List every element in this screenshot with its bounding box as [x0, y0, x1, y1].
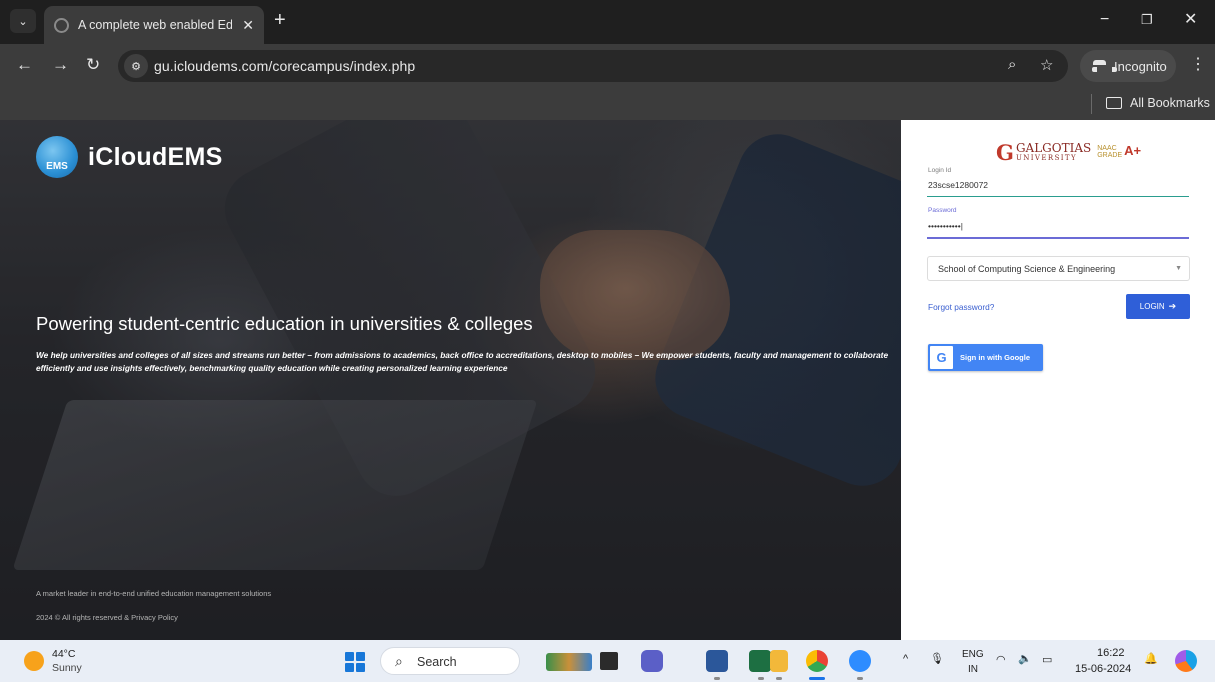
- incognito-icon: [1092, 60, 1117, 72]
- password-field[interactable]: •••••••••••|: [928, 221, 963, 231]
- windows-start-icon[interactable]: [345, 652, 365, 672]
- clock-time[interactable]: 16:22: [1097, 647, 1125, 659]
- naac-grade: A+: [1124, 143, 1142, 158]
- copilot-icon[interactable]: [1175, 650, 1197, 672]
- bookmark-star-icon[interactable]: ☆: [1040, 56, 1053, 74]
- school-select[interactable]: School of Computing Science & Engineerin…: [927, 256, 1190, 281]
- bookmarks-bar: All Bookmarks: [0, 88, 1215, 120]
- hero-description: We help universities and colleges of all…: [36, 350, 889, 373]
- galgotias-university-logo: G GALGOTIAS UNIVERSITY NAAC GRADE A+: [996, 140, 1142, 165]
- chrome-active-indicator: [809, 677, 825, 680]
- school-select-value: School of Computing Science & Engineerin…: [938, 264, 1116, 274]
- zoom-icon[interactable]: ⌕: [1008, 56, 1016, 73]
- taskbar-search-label: Search: [417, 655, 457, 669]
- hero-headline: Powering student-centric education in un…: [36, 313, 533, 334]
- google-sign-in-button[interactable]: G Sign in with Google: [928, 344, 1043, 371]
- bookmarks-divider: [1091, 94, 1092, 114]
- folder-icon[interactable]: [1106, 97, 1122, 109]
- logo-text: iCloudEMS: [88, 142, 223, 171]
- word-icon[interactable]: [706, 650, 728, 672]
- microphone-icon[interactable]: 🎙: [930, 652, 944, 665]
- naac-badge: NAAC GRADE: [1097, 145, 1123, 159]
- login-button[interactable]: LOGIN ➔: [1126, 294, 1190, 319]
- chrome-icon[interactable]: [806, 650, 828, 672]
- all-bookmarks-link[interactable]: All Bookmarks: [1130, 96, 1210, 110]
- region-indicator[interactable]: IN: [968, 664, 978, 675]
- windows-taskbar: 44°C Sunny ⌕ Search ^ 🎙 ENG IN ◠ 🔈 ▭ 16:…: [0, 640, 1215, 682]
- word-running-indicator: [714, 677, 720, 680]
- university-sub: UNIVERSITY: [1015, 154, 1078, 162]
- weather-temperature[interactable]: 44°C: [52, 648, 75, 660]
- login-button-label: LOGIN: [1139, 302, 1165, 311]
- site-info-icon[interactable]: ⚙: [124, 54, 148, 78]
- taskbar-search[interactable]: ⌕ Search: [380, 647, 520, 675]
- browser-tab-active[interactable]: A complete web enabled Educa ✕: [44, 6, 264, 44]
- footer-copyright[interactable]: 2024 © All rights reserved & Privacy Pol…: [36, 613, 178, 622]
- google-icon: G: [930, 346, 953, 369]
- search-icon: ⌕: [395, 653, 403, 669]
- password-label: Password: [928, 207, 957, 214]
- forgot-password-link[interactable]: Forgot password?: [928, 302, 994, 312]
- excel-icon[interactable]: [749, 650, 771, 672]
- battery-icon[interactable]: ▭: [1042, 653, 1052, 666]
- university-name: GALGOTIAS UNIVERSITY: [1015, 141, 1092, 162]
- sign-in-arrow-icon: ➔: [1168, 301, 1177, 311]
- password-underline: [927, 237, 1189, 239]
- footer-tagline: A market leader in end-to-end unified ed…: [36, 589, 272, 598]
- login-id-field[interactable]: 23scse1280072: [928, 180, 988, 190]
- icloudems-logo-icon: EMS: [36, 136, 78, 178]
- sun-icon[interactable]: [24, 651, 44, 671]
- login-id-underline: [927, 196, 1189, 197]
- google-sign-in-label: Sign in with Google: [960, 353, 1030, 362]
- back-icon[interactable]: ←: [16, 56, 33, 74]
- tab-title: A complete web enabled Educa: [78, 18, 233, 32]
- url-text[interactable]: gu.icloudems.com/corecampus/index.php: [154, 58, 415, 74]
- task-view-icon[interactable]: [600, 652, 618, 670]
- login-id-label: Login Id: [928, 167, 952, 174]
- wifi-icon[interactable]: ◠: [996, 653, 1006, 666]
- tab-search-chevron-icon[interactable]: ⌄: [10, 9, 36, 33]
- login-panel: [901, 120, 1215, 640]
- galgotias-g-mark: G: [996, 140, 1014, 165]
- hero-background-image: [0, 120, 901, 640]
- address-bar[interactable]: ⚙ gu.icloudems.com/corecampus/index.php …: [118, 50, 1068, 82]
- reload-icon[interactable]: ↻: [86, 56, 100, 74]
- new-tab-button[interactable]: +: [274, 10, 286, 30]
- browser-tab-bar: ⌄ A complete web enabled Educa ✕ + − ❐ ✕: [0, 0, 1215, 44]
- excel-running-indicator: [758, 677, 764, 680]
- browser-toolbar: ← → ↻ ⚙ gu.icloudems.com/corecampus/inde…: [0, 44, 1215, 88]
- hero-overlay: [0, 120, 901, 640]
- incognito-label: Incognito: [1114, 58, 1167, 74]
- language-indicator[interactable]: ENG: [962, 649, 984, 660]
- show-hidden-icons-chevron-icon[interactable]: ^: [903, 653, 908, 665]
- chevron-down-icon: ▼: [1175, 265, 1182, 272]
- forward-icon[interactable]: →: [52, 56, 69, 74]
- file-explorer-icon[interactable]: [770, 650, 788, 672]
- icloudems-logo: EMS iCloudEMS: [36, 136, 223, 178]
- browser-menu-icon[interactable]: ⋮: [1190, 57, 1206, 73]
- notification-bell-icon[interactable]: 🔔: [1144, 652, 1158, 665]
- restore-icon[interactable]: ❐: [1141, 11, 1153, 29]
- widgets-village-icon[interactable]: [546, 653, 592, 671]
- clock-date[interactable]: 15-06-2024: [1075, 663, 1131, 675]
- teams-chat-icon[interactable]: [641, 650, 663, 672]
- zoom-running-indicator: [857, 677, 863, 680]
- tab-close-icon[interactable]: ✕: [242, 17, 254, 34]
- explorer-running-indicator: [776, 677, 782, 680]
- volume-icon[interactable]: 🔈: [1018, 652, 1032, 665]
- incognito-badge[interactable]: Incognito: [1080, 50, 1176, 82]
- zoom-app-icon[interactable]: [849, 650, 871, 672]
- close-window-icon[interactable]: ✕: [1184, 11, 1197, 29]
- minimize-icon[interactable]: −: [1100, 11, 1109, 29]
- globe-icon: [54, 17, 69, 33]
- weather-condition[interactable]: Sunny: [52, 662, 82, 674]
